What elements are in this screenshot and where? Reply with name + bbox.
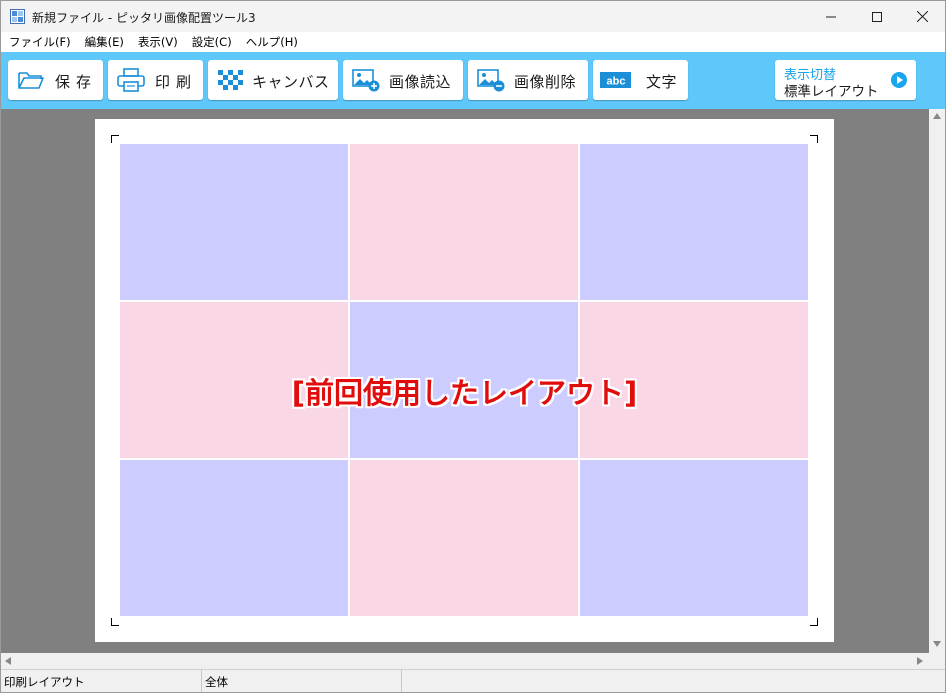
checkerboard-icon [218,70,243,90]
image-delete-label: 画像削除 [514,73,577,91]
menu-bar: ファイル(F) 編集(E) 表示(V) 設定(C) ヘルプ(H) [1,32,945,52]
status-zoom: 全体 [202,670,402,692]
menu-file[interactable]: ファイル(F) [9,34,71,50]
status-mode: 印刷レイアウト [1,670,202,692]
layout-cell[interactable] [349,143,579,301]
close-button[interactable] [899,1,945,32]
title-bar[interactable]: 新規ファイル - ピッタリ画像配置ツール3 [1,1,945,32]
image-remove-icon [477,69,505,92]
image-delete-button[interactable]: 画像削除 [468,60,588,100]
print-button[interactable]: 印刷 [108,60,203,100]
status-bar: 印刷レイアウト 全体 [1,669,945,692]
play-icon [891,72,907,88]
horizontal-scrollbar[interactable] [1,653,945,669]
text-abc-icon-text: abc [607,76,626,88]
view-switch-button[interactable]: 表示切替 標準レイアウト [775,60,916,100]
print-label: 印刷 [155,73,198,91]
image-add-icon [352,69,380,92]
layout-cell[interactable] [349,459,579,617]
menu-settings[interactable]: 設定(C) [192,34,232,50]
crop-mark-bottom-right [810,618,818,626]
print-paper[interactable]: [前回使用したレイアウト] [95,119,834,642]
layout-cell[interactable] [579,459,809,617]
close-icon [916,11,928,22]
text-label: 文字 [646,73,678,91]
folder-open-icon [18,72,44,89]
canvas-button[interactable]: キャンバス [208,60,338,100]
scroll-right-icon[interactable] [917,657,923,665]
save-label: 保存 [55,73,98,91]
crop-mark-top-right [810,135,818,143]
crop-mark-top-left [111,135,119,143]
scroll-left-icon[interactable] [5,657,11,665]
menu-help[interactable]: ヘルプ(H) [246,34,298,50]
menu-view[interactable]: 表示(V) [138,34,178,50]
maximize-button[interactable] [854,1,900,32]
previous-layout-label: [前回使用したレイアウト] [291,376,638,410]
image-load-button[interactable]: 画像読込 [343,60,463,100]
scroll-down-icon[interactable] [933,641,941,647]
scroll-up-icon[interactable] [933,113,941,119]
minimize-icon [826,16,836,17]
save-button[interactable]: 保存 [8,60,103,100]
crop-mark-bottom-left [111,618,119,626]
app-window: 新規ファイル - ピッタリ画像配置ツール3 ファイル(F) 編集(E) 表示(V… [0,0,946,693]
window-title: 新規ファイル - ピッタリ画像配置ツール3 [32,11,256,25]
layout-cell[interactable] [579,143,809,301]
toolbar: 保存 印刷 キャンバス 画像読込 画像削除 abc 文字 表示切替 標準レイアウ… [1,52,945,109]
vertical-scrollbar[interactable] [929,109,945,653]
minimize-button[interactable] [808,1,854,32]
layout-cell[interactable] [119,143,349,301]
app-icon[interactable] [10,9,25,24]
text-button[interactable]: abc 文字 [593,60,688,100]
maximize-icon [872,11,882,22]
layout-cell[interactable] [119,459,349,617]
view-switch-value: 標準レイアウト [784,84,879,100]
image-load-label: 画像読込 [389,73,452,91]
text-abc-icon: abc [600,72,631,88]
printer-icon [117,68,145,92]
menu-edit[interactable]: 編集(E) [85,34,124,50]
workspace[interactable]: [前回使用したレイアウト] [1,109,929,653]
canvas-label: キャンバス [252,73,330,91]
